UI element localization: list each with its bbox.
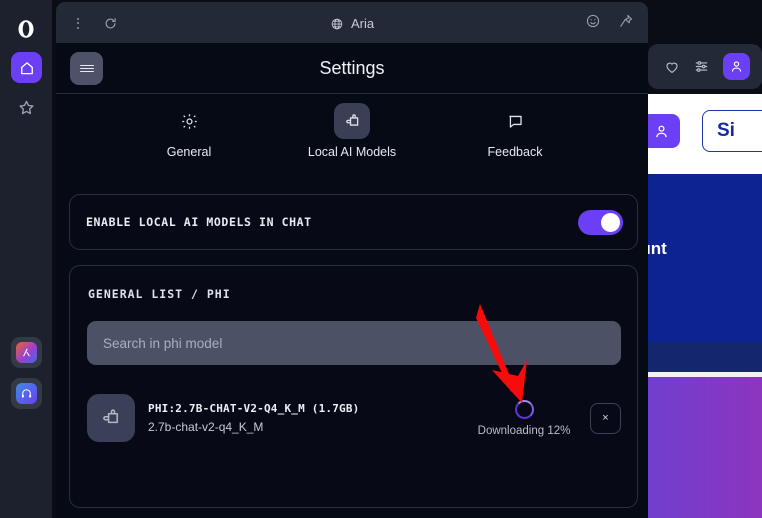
model-search-box[interactable] bbox=[87, 321, 621, 365]
titlebar-actions bbox=[585, 13, 634, 29]
screenshot-root: Si ount bbox=[0, 0, 762, 518]
app-glyph-icon bbox=[23, 348, 30, 357]
speech-bubble-icon bbox=[508, 115, 522, 128]
background-sign-in-label: Si bbox=[717, 120, 735, 141]
enable-local-models-label: ENABLE LOCAL AI MODELS IN CHAT bbox=[86, 215, 312, 229]
download-status-block: Downloading 12% bbox=[464, 399, 584, 437]
settings-header: Settings bbox=[56, 43, 648, 94]
download-status-text: Downloading 12% bbox=[477, 424, 571, 437]
opera-logo-icon bbox=[18, 20, 34, 38]
aria-settings-body: Settings General Local AI Models Feedbac… bbox=[56, 43, 648, 518]
model-list-heading: GENERAL LIST / PHI bbox=[88, 287, 231, 301]
model-title: PHI:2.7B-CHAT-V2-Q4_K_M (1.7GB) bbox=[148, 402, 360, 415]
sidebar-item-bookmarks[interactable] bbox=[11, 92, 42, 123]
sidebar-item-home[interactable] bbox=[11, 52, 42, 83]
page-toolbar bbox=[648, 44, 762, 89]
cancel-download-button[interactable]: × bbox=[590, 402, 621, 434]
aria-title-text: Aria bbox=[350, 16, 375, 31]
app-icon bbox=[16, 342, 37, 363]
tab-general[interactable]: General bbox=[137, 103, 242, 159]
tab-local-ai-models-icon-wrap bbox=[334, 103, 370, 139]
background-purple-banner bbox=[642, 377, 762, 518]
sidebar-item-pinned-app[interactable] bbox=[11, 337, 42, 368]
headphones-icon bbox=[21, 389, 32, 398]
person-icon bbox=[655, 125, 667, 137]
model-subtitle: 2.7b-chat-v2-q4_K_M bbox=[148, 420, 264, 434]
model-icon-wrap bbox=[87, 394, 135, 442]
person-icon bbox=[731, 61, 742, 72]
heart-icon[interactable] bbox=[664, 59, 680, 75]
puzzle-piece-icon bbox=[103, 409, 118, 424]
tab-general-icon-wrap bbox=[171, 103, 207, 139]
tab-local-ai-models[interactable]: Local AI Models bbox=[300, 103, 405, 159]
enable-local-models-toggle[interactable] bbox=[578, 210, 623, 235]
model-list-card: GENERAL LIST / PHI PHI:2.7B-CHAT-V2-Q4_K… bbox=[69, 265, 638, 508]
model-text-block: PHI:2.7B-CHAT-V2-Q4_K_M (1.7GB) 2.7b-cha… bbox=[148, 402, 464, 434]
close-icon: × bbox=[602, 412, 609, 424]
search-input[interactable] bbox=[103, 335, 596, 351]
background-blue-banner: ount bbox=[642, 174, 762, 342]
background-dark-band bbox=[642, 342, 762, 372]
pin-icon[interactable] bbox=[618, 13, 634, 29]
aria-titlebar: Aria bbox=[56, 2, 648, 45]
tab-general-label: General bbox=[166, 145, 212, 159]
tab-local-ai-models-label: Local AI Models bbox=[307, 145, 397, 159]
gear-icon bbox=[181, 113, 197, 129]
model-list-item[interactable]: PHI:2.7B-CHAT-V2-Q4_K_M (1.7GB) 2.7b-cha… bbox=[87, 385, 621, 451]
star-icon bbox=[19, 100, 34, 115]
home-icon bbox=[20, 61, 33, 74]
toggle-knob bbox=[601, 213, 620, 232]
background-sign-in-button[interactable]: Si bbox=[702, 110, 762, 152]
sliders-icon[interactable] bbox=[693, 58, 710, 75]
profile-avatar-button[interactable] bbox=[723, 53, 750, 80]
opera-sidebar bbox=[0, 0, 52, 518]
background-web-page: Si ount bbox=[642, 94, 762, 518]
player-tile bbox=[16, 383, 37, 404]
sidebar-item-music-player[interactable] bbox=[11, 378, 42, 409]
smiley-icon[interactable] bbox=[585, 13, 601, 29]
globe-icon bbox=[331, 18, 343, 29]
tab-feedback-label: Feedback bbox=[487, 145, 543, 159]
local-models-icon bbox=[345, 113, 358, 126]
aria-title-block: Aria bbox=[56, 2, 648, 45]
tab-feedback-icon-wrap bbox=[497, 103, 533, 139]
settings-tabs: General Local AI Models Feedback bbox=[56, 103, 648, 173]
aria-window: Aria Settings General Local AI Models Fe… bbox=[52, 0, 648, 518]
sidebar-item-opera-logo[interactable] bbox=[14, 17, 38, 41]
download-spinner bbox=[514, 399, 534, 419]
page-title: Settings bbox=[319, 58, 385, 78]
enable-local-models-card: ENABLE LOCAL AI MODELS IN CHAT bbox=[69, 194, 638, 250]
tab-feedback[interactable]: Feedback bbox=[463, 103, 568, 159]
